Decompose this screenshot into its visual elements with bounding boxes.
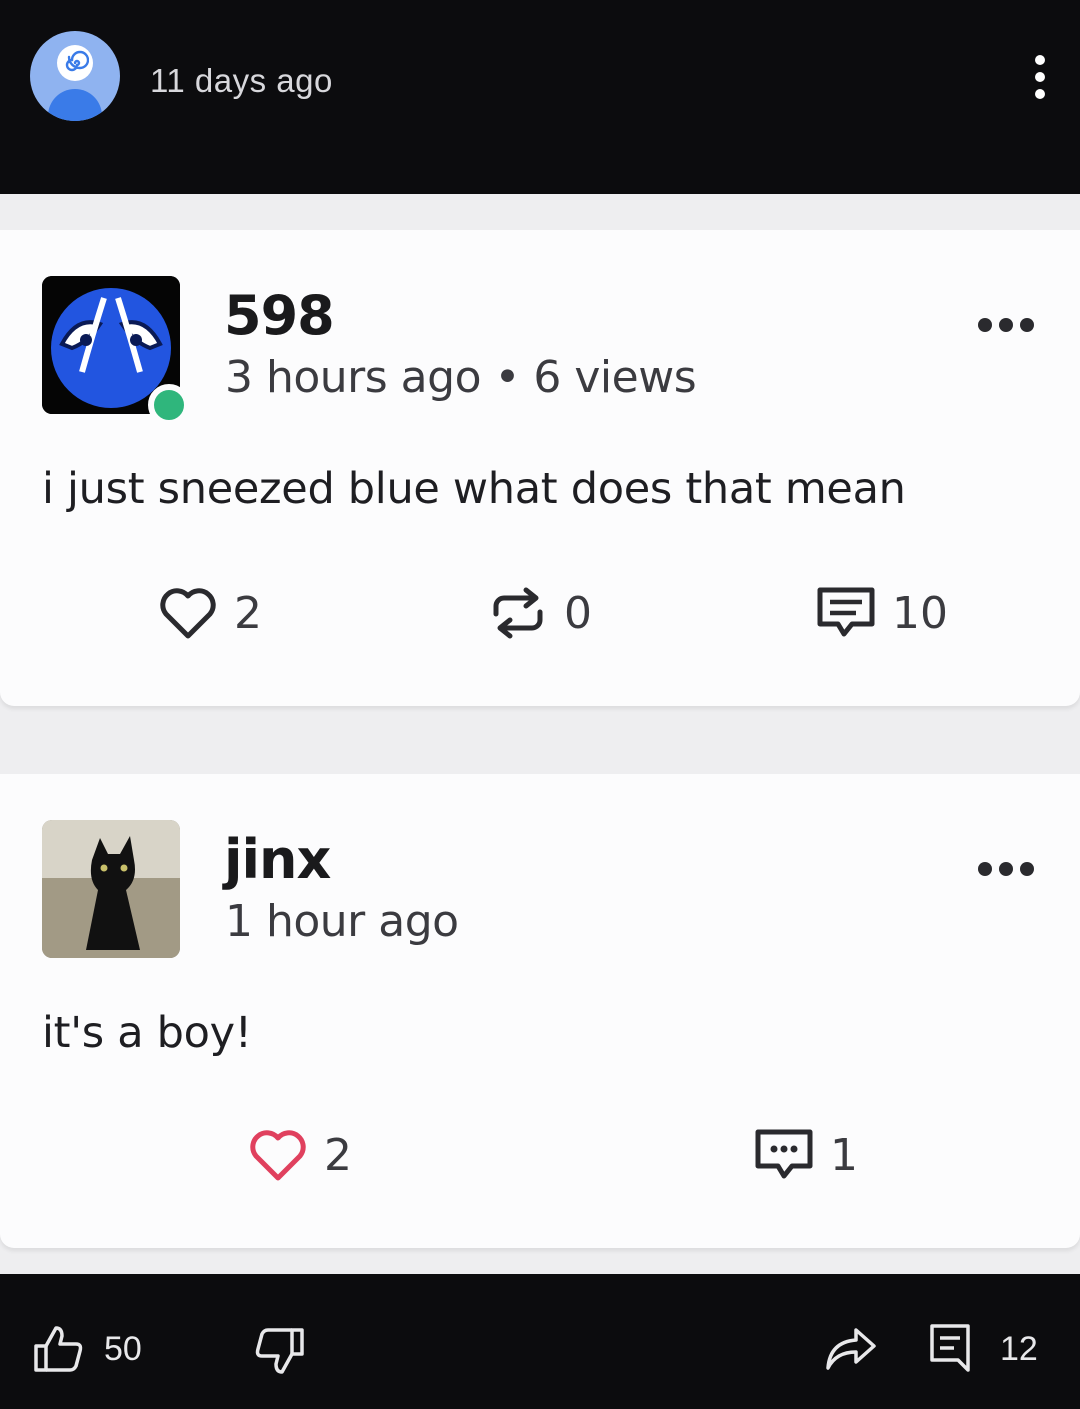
- reply-button[interactable]: 1: [754, 1128, 858, 1182]
- more-options-icon[interactable]: [976, 314, 1036, 336]
- post-card: 598 3 hours ago • 6 views i just sneezed…: [0, 230, 1080, 706]
- heart-icon: [160, 588, 216, 639]
- vertical-dots-icon[interactable]: [1026, 52, 1054, 102]
- comments-button[interactable]: 12: [928, 1322, 1038, 1376]
- comment-count: 12: [1000, 1329, 1038, 1368]
- comment-count: 10: [892, 587, 948, 639]
- post-text: it's a boy!: [42, 1008, 252, 1058]
- bottom-action-bar: 50 12: [0, 1274, 1080, 1409]
- like-count: 50: [104, 1329, 142, 1368]
- like-button[interactable]: 50: [32, 1324, 142, 1374]
- dislike-button[interactable]: [254, 1326, 306, 1376]
- chat-bubble-icon: [755, 1129, 813, 1179]
- like-count: 2: [234, 587, 262, 639]
- post-meta: 1 hour ago: [225, 896, 459, 947]
- post-text: i just sneezed blue what does that mean: [42, 464, 906, 514]
- black-cat-avatar-icon: [42, 820, 180, 958]
- like-button[interactable]: 2: [248, 1128, 352, 1182]
- username[interactable]: jinx: [224, 828, 331, 891]
- comments-icon: [930, 1324, 970, 1372]
- post-card: jinx 1 hour ago it's a boy! 2 1: [0, 774, 1080, 1248]
- like-count: 2: [324, 1129, 352, 1181]
- more-options-icon[interactable]: [976, 858, 1036, 880]
- post-time: 11 days ago: [150, 62, 333, 99]
- repost-icon: [493, 587, 543, 639]
- avatar[interactable]: [42, 820, 180, 958]
- repost-button[interactable]: 0: [488, 584, 592, 642]
- repost-count: 0: [564, 587, 592, 639]
- channel-avatar[interactable]: [30, 31, 120, 121]
- username[interactable]: 598: [224, 284, 335, 347]
- heart-icon: [250, 1130, 306, 1181]
- like-button[interactable]: 2: [158, 586, 262, 640]
- spiral-icon: [57, 45, 93, 81]
- reply-count: 1: [830, 1129, 858, 1181]
- comment-icon: [817, 587, 875, 637]
- thumbs-up-icon: [34, 1326, 83, 1372]
- share-arrow-icon: [826, 1328, 876, 1370]
- comment-button[interactable]: 10: [816, 586, 948, 640]
- top-bar: 11 days ago: [0, 0, 1080, 194]
- comment-feed: 598 3 hours ago • 6 views i just sneezed…: [0, 194, 1080, 1274]
- online-status-dot: [148, 384, 190, 426]
- share-button[interactable]: [824, 1324, 878, 1374]
- post-meta: 3 hours ago • 6 views: [225, 352, 697, 403]
- thumbs-down-icon: [255, 1328, 304, 1374]
